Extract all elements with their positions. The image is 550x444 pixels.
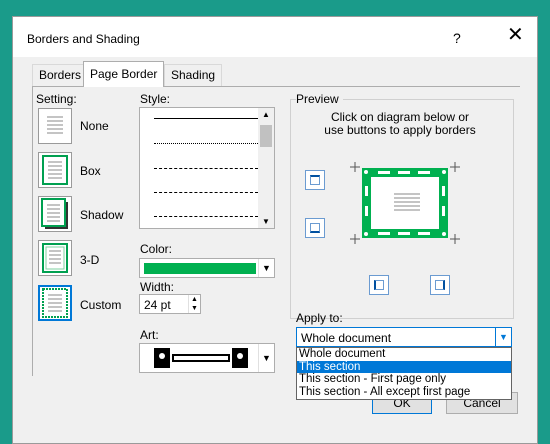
preview-instructions-2: use buttons to apply borders [324, 123, 476, 137]
bottom-border-button[interactable] [305, 218, 325, 238]
color-dropdown[interactable]: ▼ [139, 258, 275, 278]
style-scrollbar[interactable]: ▲ ▼ [258, 108, 274, 228]
bottom-border-icon [310, 223, 320, 233]
help-button[interactable]: ? [453, 30, 461, 46]
color-swatch [144, 263, 256, 274]
preview-label: Preview [296, 92, 343, 106]
chevron-down-icon[interactable]: ▼ [258, 344, 274, 372]
scroll-down-icon[interactable]: ▼ [262, 217, 270, 226]
chevron-down-icon[interactable]: ▼ [495, 328, 511, 346]
box-setting-icon [42, 155, 68, 185]
art-dropdown[interactable]: ▼ [139, 343, 275, 373]
color-label: Color: [140, 242, 173, 256]
setting-custom-button[interactable] [38, 285, 72, 321]
apply-to-dropdown[interactable]: Whole document ▼ [296, 327, 512, 347]
option-this-section-except-first[interactable]: This section - All except first page [297, 386, 511, 399]
setting-box-button[interactable] [38, 152, 72, 188]
style-solid[interactable] [154, 118, 258, 119]
style-dotted[interactable] [154, 143, 258, 144]
scroll-up-icon[interactable]: ▲ [262, 110, 270, 119]
setting-3d-label: 3-D [80, 253, 100, 267]
top-border-button[interactable] [305, 170, 325, 190]
apply-to-label: Apply to: [296, 311, 343, 325]
title-bar: Borders and Shading ? ✕ [13, 17, 537, 57]
apply-to-options[interactable]: Whole document This section This section… [296, 347, 512, 400]
setting-none-button[interactable] [38, 108, 72, 144]
option-this-section[interactable]: This section [297, 360, 511, 373]
scroll-thumb[interactable] [260, 125, 272, 147]
setting-box-label: Box [80, 164, 101, 178]
width-stepper[interactable]: 24 pt ▲ ▼ [139, 294, 201, 314]
preview-instructions-1: Click on diagram below or [330, 110, 470, 124]
tab-page-border[interactable]: Page Border [83, 61, 165, 87]
setting-3d-button[interactable] [38, 240, 72, 276]
setting-none-label: None [80, 119, 109, 133]
none-setting-icon [47, 116, 63, 134]
setting-shadow-button[interactable] [38, 196, 72, 232]
shadow-setting-icon [41, 198, 68, 229]
tab-borders[interactable]: Borders [32, 64, 89, 86]
width-value: 24 pt [144, 298, 171, 312]
style-dash-dot[interactable] [154, 216, 258, 217]
close-button[interactable]: ✕ [507, 25, 524, 45]
top-border-icon [310, 175, 320, 185]
preview-diagram[interactable] [350, 158, 460, 248]
style-label: Style: [140, 92, 171, 106]
style-dashed[interactable] [154, 192, 258, 193]
spin-buttons[interactable]: ▲ ▼ [188, 295, 200, 313]
left-border-button[interactable] [369, 275, 389, 295]
dialog-title: Borders and Shading [27, 32, 140, 46]
setting-shadow-label: Shadow [80, 208, 124, 222]
right-border-icon [435, 280, 445, 290]
setting-label: Setting: [36, 92, 77, 106]
style-list[interactable]: ▲ ▼ [139, 107, 275, 229]
width-label: Width: [140, 280, 175, 294]
art-border-preview-icon [142, 346, 254, 370]
custom-setting-icon [42, 288, 68, 318]
spin-up-icon[interactable]: ▲ [189, 295, 200, 304]
tab-shading[interactable]: Shading [164, 64, 223, 86]
art-label: Art: [140, 328, 159, 342]
spin-down-icon[interactable]: ▼ [189, 304, 200, 313]
right-border-button[interactable] [430, 275, 450, 295]
apply-to-value: Whole document [301, 331, 392, 345]
style-dashed-small[interactable] [154, 168, 258, 169]
left-border-icon [374, 280, 384, 290]
option-whole-document[interactable]: Whole document [297, 348, 511, 361]
3d-setting-icon [42, 243, 68, 273]
option-this-section-first-page[interactable]: This section - First page only [297, 373, 511, 386]
setting-custom-label: Custom [80, 298, 122, 312]
chevron-down-icon[interactable]: ▼ [258, 259, 274, 277]
